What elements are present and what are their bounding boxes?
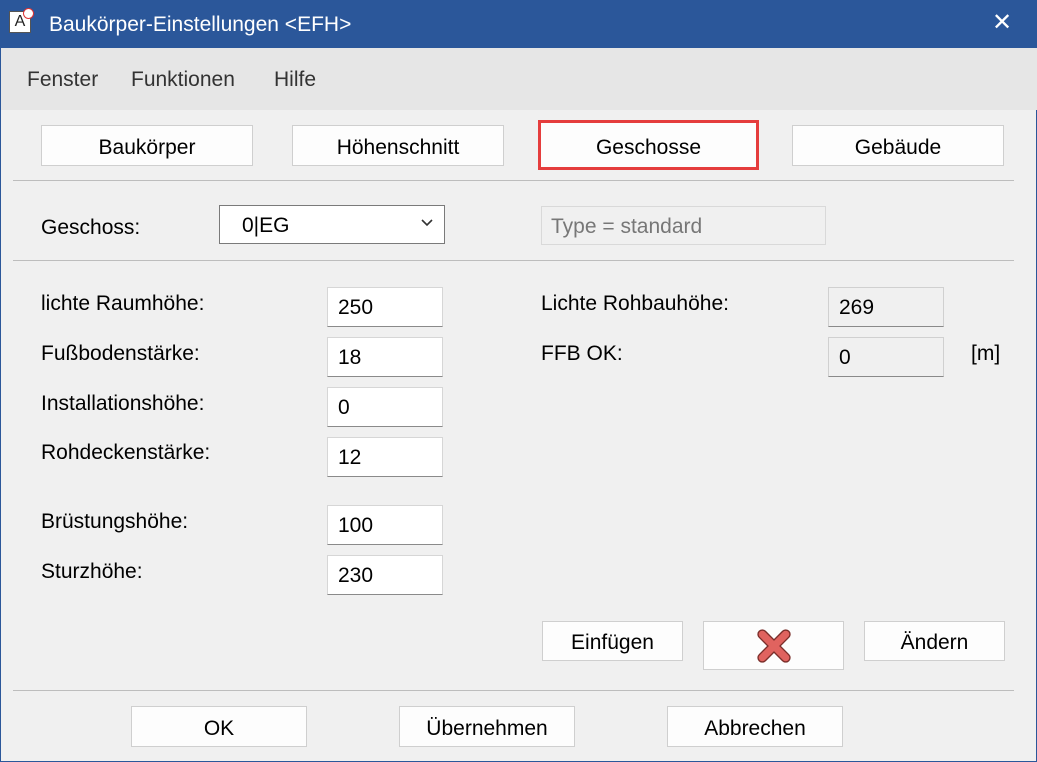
einfuegen-button[interactable]: Einfügen <box>542 621 683 661</box>
dialog-window: A Baukörper-Einstellungen <EFH> ✕ Fenste… <box>0 0 1037 762</box>
uebernehmen-button[interactable]: Übernehmen <box>399 706 575 747</box>
app-icon-badge <box>23 8 34 19</box>
rohdeckenstaerke-input[interactable]: 12 <box>327 437 443 477</box>
close-button[interactable]: ✕ <box>966 0 1037 48</box>
sturzhoehe-label: Sturzhöhe: <box>41 560 143 583</box>
separator-bottom <box>13 690 1014 691</box>
separator-top <box>13 180 1014 181</box>
lichte-raumhoehe-input[interactable]: 250 <box>327 287 443 327</box>
chevron-down-icon <box>421 219 433 227</box>
installationshoehe-input[interactable]: 0 <box>327 387 443 427</box>
close-icon: ✕ <box>991 9 1013 36</box>
delete-x-icon <box>757 629 791 663</box>
menu-fenster[interactable]: Fenster <box>27 48 98 110</box>
lichte-raumhoehe-label: lichte Raumhöhe: <box>41 292 205 315</box>
geschoss-dropdown[interactable]: 0|EG <box>219 205 445 244</box>
geschoss-label: Geschoss: <box>41 216 141 239</box>
tab-baukoerper[interactable]: Baukörper <box>41 125 253 166</box>
sturzhoehe-input[interactable]: 230 <box>327 555 443 595</box>
ok-button[interactable]: OK <box>131 706 307 747</box>
app-icon: A <box>9 8 34 33</box>
rohdeckenstaerke-label: Rohdeckenstärke: <box>41 441 211 464</box>
title-bar: A Baukörper-Einstellungen <EFH> ✕ <box>1 0 1037 48</box>
fussbodenstaerke-input[interactable]: 18 <box>327 337 443 377</box>
separator-middle <box>13 260 1014 261</box>
lichte-rohbauhoehe-value: 269 <box>828 287 944 327</box>
type-field: Type = standard <box>541 206 826 245</box>
aendern-button[interactable]: Ändern <box>864 621 1005 661</box>
menu-funktionen[interactable]: Funktionen <box>131 48 235 110</box>
bruestungshoehe-label: Brüstungshöhe: <box>41 510 189 533</box>
tab-hoehenschnitt[interactable]: Höhenschnitt <box>292 125 504 166</box>
ffb-ok-value: 0 <box>828 337 944 377</box>
tab-gebaeude[interactable]: Gebäude <box>792 125 1004 166</box>
menu-bar: Fenster Funktionen Hilfe <box>1 48 1037 110</box>
fussbodenstaerke-label: Fußbodenstärke: <box>41 342 200 365</box>
ffb-ok-unit: [m] <box>971 342 1001 365</box>
installationshoehe-label: Installationshöhe: <box>41 392 205 415</box>
window-title: Baukörper-Einstellungen <EFH> <box>49 13 352 36</box>
tab-geschosse[interactable]: Geschosse <box>538 120 759 170</box>
menu-hilfe[interactable]: Hilfe <box>274 48 316 110</box>
lichte-rohbauhoehe-label: Lichte Rohbauhöhe: <box>541 292 729 315</box>
ffb-ok-label: FFB OK: <box>541 342 623 365</box>
abbrechen-button[interactable]: Abbrechen <box>667 706 843 747</box>
delete-button[interactable] <box>703 621 844 670</box>
bruestungshoehe-input[interactable]: 100 <box>327 505 443 545</box>
geschoss-value: 0|EG <box>242 214 290 237</box>
